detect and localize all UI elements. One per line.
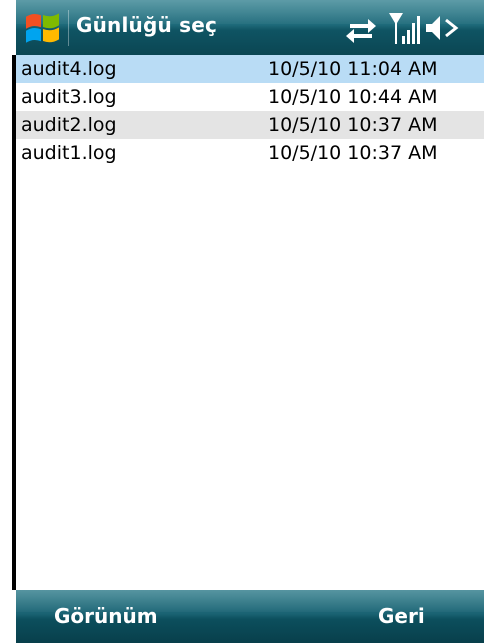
log-file-date: 10/5/10 10:37 AM — [268, 114, 438, 136]
log-list[interactable]: audit4.log 10/5/10 11:04 AM audit3.log 1… — [16, 55, 484, 590]
speaker-muted-icon[interactable] — [424, 12, 460, 44]
page-title: Günlüğü seç — [76, 13, 218, 37]
log-file-name: audit4.log — [21, 58, 117, 80]
title-separator — [68, 10, 69, 46]
signal-strength-icon[interactable] — [388, 10, 420, 46]
screen: Günlüğü seç audit4.log 10/5/10 11:04 AM … — [0, 0, 484, 643]
title-bar: Günlüğü seç — [16, 0, 484, 55]
start-button[interactable] — [20, 6, 64, 50]
log-file-date: 10/5/10 10:44 AM — [268, 86, 438, 108]
soft-key-bar: Görünüm Geri — [16, 590, 484, 643]
log-file-name: audit3.log — [21, 86, 117, 108]
list-item[interactable]: audit4.log 10/5/10 11:04 AM — [16, 55, 484, 83]
log-file-date: 10/5/10 11:04 AM — [268, 58, 438, 80]
left-soft-key[interactable]: Görünüm — [54, 604, 158, 628]
right-soft-key[interactable]: Geri — [378, 604, 425, 628]
log-file-name: audit2.log — [21, 114, 117, 136]
list-item[interactable]: audit1.log 10/5/10 10:37 AM — [16, 139, 484, 167]
windows-flag-icon — [26, 13, 59, 43]
log-file-name: audit1.log — [21, 142, 117, 164]
list-item[interactable]: audit2.log 10/5/10 10:37 AM — [16, 111, 484, 139]
list-item[interactable]: audit3.log 10/5/10 10:44 AM — [16, 83, 484, 111]
connectivity-icon[interactable] — [344, 14, 378, 44]
log-file-date: 10/5/10 10:37 AM — [268, 142, 438, 164]
